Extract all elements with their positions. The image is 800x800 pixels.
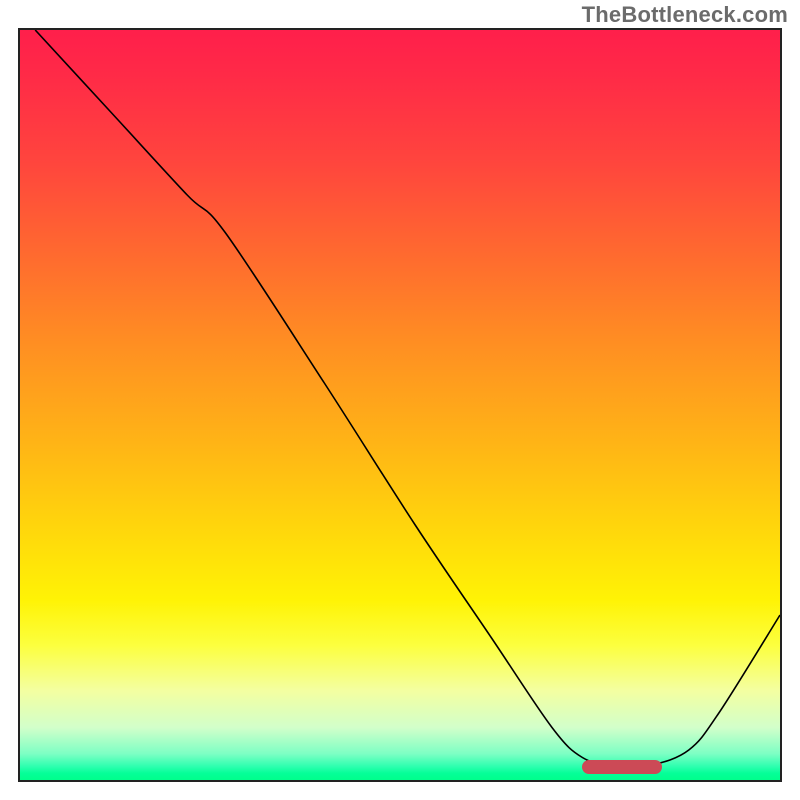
watermark-label: TheBottleneck.com: [582, 2, 788, 28]
curve-path: [35, 30, 780, 766]
bottleneck-chart: TheBottleneck.com: [0, 0, 800, 800]
plot-area: [18, 28, 782, 782]
line-series: [20, 30, 780, 780]
optimal-range-marker: [582, 760, 662, 774]
